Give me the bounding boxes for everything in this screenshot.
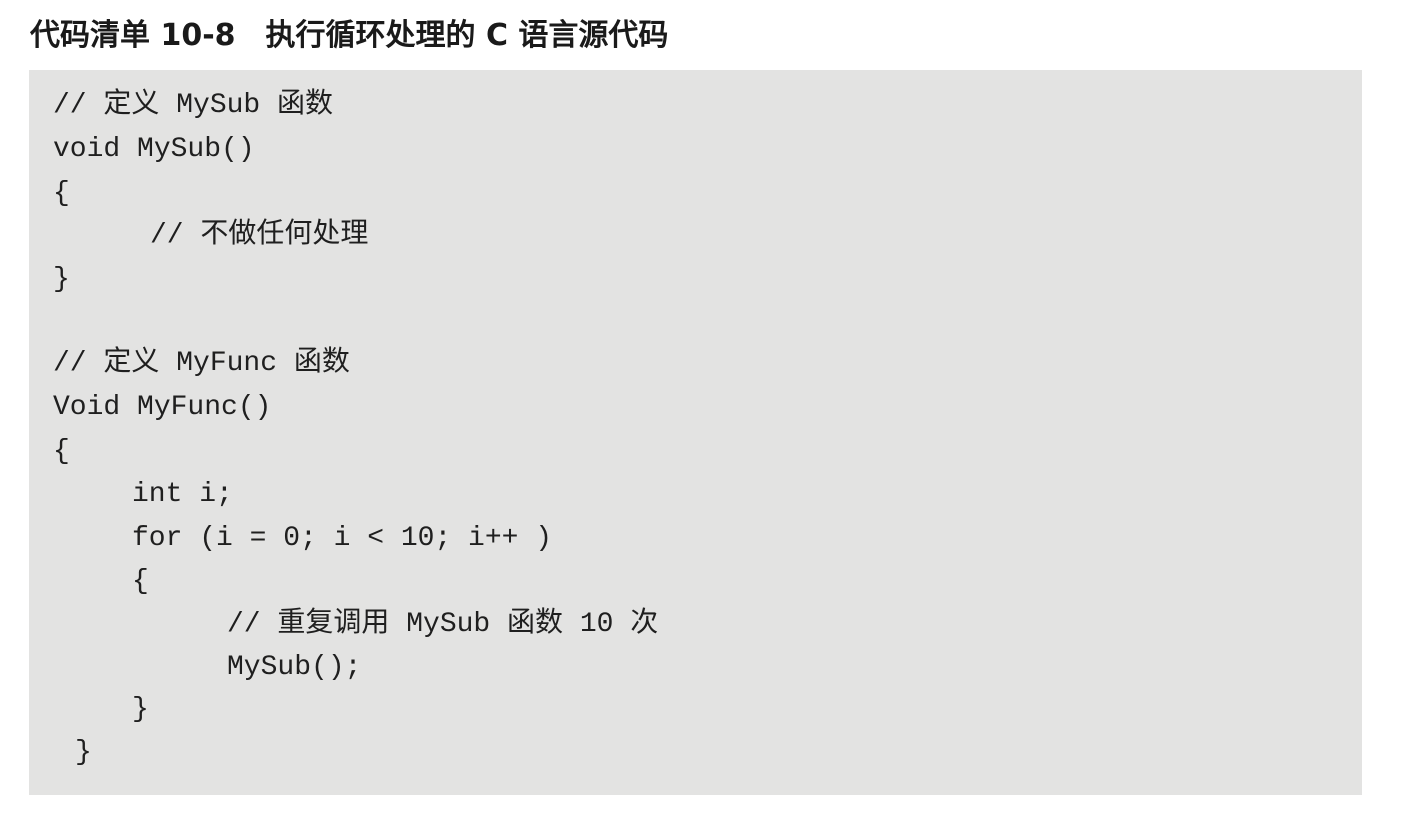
code-line-mysub-signature: void MySub() xyxy=(53,134,255,165)
code-line-loop-close-brace: } xyxy=(132,694,149,725)
code-line-call-mysub: MySub(); xyxy=(227,652,362,683)
code-comment-define-myfunc: // 定义 MyFunc 函数 xyxy=(53,348,350,379)
code-line-open-brace: { xyxy=(53,436,70,467)
code-line-loop-open-brace: { xyxy=(132,566,149,597)
code-line-for-loop: for (i = 0; i < 10; i++ ) xyxy=(132,523,553,554)
code-line-close-brace: } xyxy=(75,737,92,768)
code-comment-define-mysub: // 定义 MySub 函数 xyxy=(53,90,334,121)
listing-title: 代码清单 10-8 执行循环处理的 C 语言源代码 xyxy=(30,18,669,53)
code-comment-do-nothing: // 不做任何处理 xyxy=(150,220,369,251)
code-line-open-brace: { xyxy=(53,178,70,209)
code-block: // 定义 MySub 函数 void MySub() { // 不做任何处理 … xyxy=(29,70,1362,795)
code-line-close-brace: } xyxy=(53,264,70,295)
code-comment-repeat-call: // 重复调用 MySub 函数 10 次 xyxy=(227,609,659,640)
code-line-myfunc-signature: Void MyFunc() xyxy=(53,392,272,423)
code-line-declare-i: int i; xyxy=(132,479,233,510)
